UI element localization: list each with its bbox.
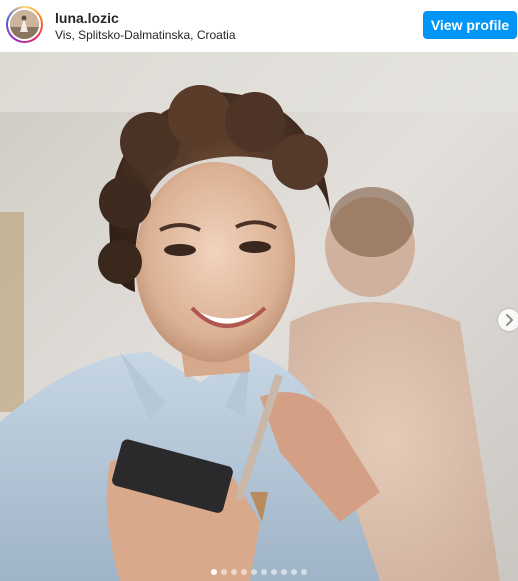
avatar-photo <box>10 10 39 39</box>
carousel-indicator <box>0 569 518 577</box>
carousel-dot <box>301 569 307 575</box>
profile-avatar[interactable] <box>6 6 43 43</box>
post-photo[interactable] <box>0 52 518 581</box>
view-profile-button[interactable]: View profile <box>423 11 517 39</box>
post-header: luna.lozic Vis, Splitsko-Dalmatinska, Cr… <box>0 0 518 52</box>
avatar-ring-inner <box>8 8 41 41</box>
carousel-dot <box>221 569 227 575</box>
carousel-dot <box>241 569 247 575</box>
carousel-dot <box>271 569 277 575</box>
next-slide-button[interactable] <box>498 309 518 331</box>
chevron-right-icon <box>506 314 513 326</box>
instagram-embed: luna.lozic Vis, Splitsko-Dalmatinska, Cr… <box>0 0 518 581</box>
carousel-dot <box>291 569 297 575</box>
carousel-dot <box>231 569 237 575</box>
username[interactable]: luna.lozic <box>55 10 119 26</box>
location[interactable]: Vis, Splitsko-Dalmatinska, Croatia <box>55 28 236 42</box>
carousel-dot <box>281 569 287 575</box>
carousel-dot <box>251 569 257 575</box>
carousel-dot <box>261 569 267 575</box>
carousel-dot <box>211 569 217 575</box>
